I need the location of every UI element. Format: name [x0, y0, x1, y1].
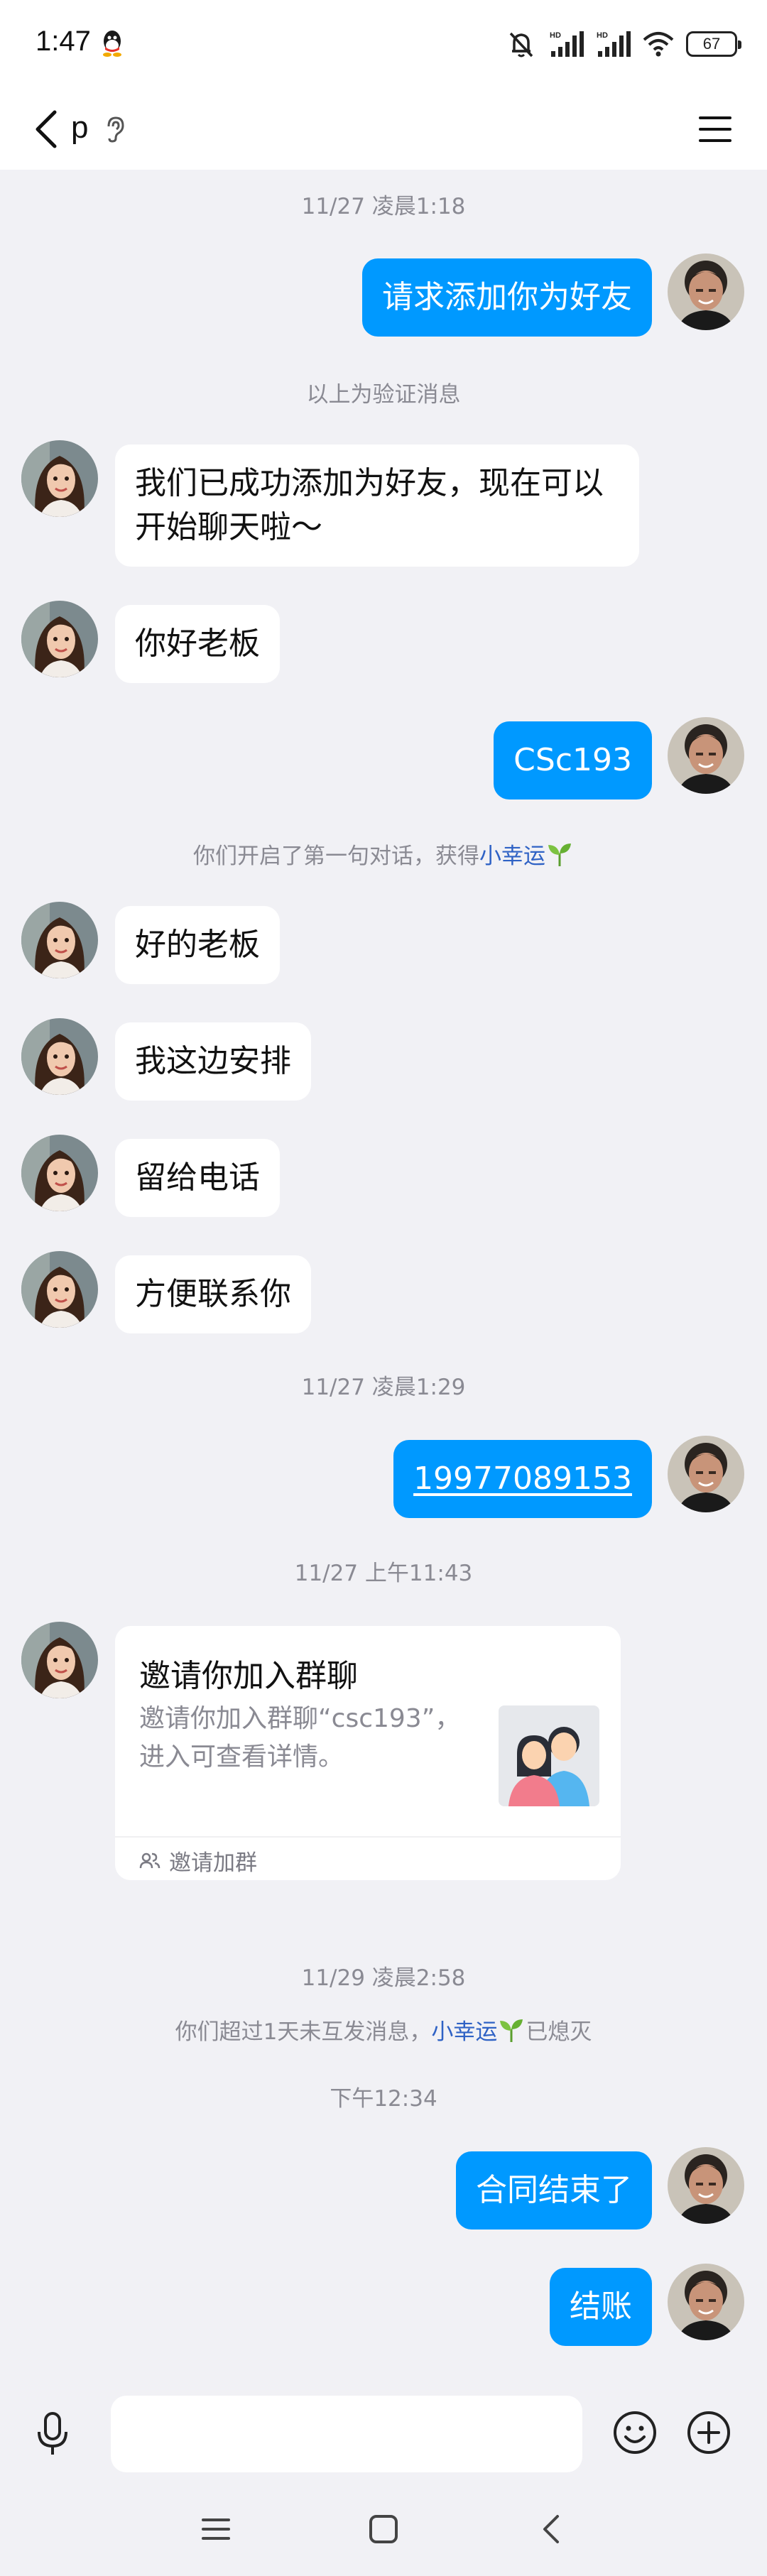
- voice-button[interactable]: [26, 2407, 80, 2461]
- message-bubble-outgoing[interactable]: 请求添加你为好友: [362, 258, 652, 337]
- status-bar: 1:47 HD HD 67: [0, 0, 767, 89]
- message-bubble-outgoing[interactable]: CSc193: [494, 721, 652, 799]
- status-time: 1:47: [36, 26, 91, 57]
- more-button[interactable]: [682, 2406, 736, 2460]
- avatar[interactable]: [21, 440, 98, 517]
- recents-icon: [202, 2518, 230, 2540]
- avatar[interactable]: [668, 253, 744, 330]
- mute-icon: [506, 28, 537, 60]
- message-bubble-incoming[interactable]: 方便联系你: [115, 1255, 311, 1333]
- avatar[interactable]: [21, 1135, 98, 1211]
- system-message-text: 你们超过1天未互发消息，: [175, 2019, 432, 2045]
- invite-footer[interactable]: 邀请加群: [139, 1840, 257, 1880]
- message-bubble-incoming[interactable]: 我这边安排: [115, 1022, 311, 1101]
- system-message: 你们超过1天未互发消息，小幸运 已熄灭: [0, 2014, 767, 2046]
- ear-icon[interactable]: [103, 115, 127, 143]
- avatar[interactable]: [668, 717, 744, 794]
- system-message-text: 已熄灭: [526, 2019, 592, 2045]
- invite-footer-label: 邀请加群: [169, 1850, 257, 1876]
- avatar[interactable]: [668, 2147, 744, 2224]
- wifi-icon: [642, 30, 675, 58]
- system-nav-bar: [0, 2482, 767, 2576]
- recents-button[interactable]: [190, 2504, 241, 2555]
- message-bubble-incoming[interactable]: 留给电话: [115, 1139, 280, 1217]
- avatar[interactable]: [21, 902, 98, 978]
- signal-icon: HD: [595, 30, 631, 58]
- timestamp: 11/27 上午11:43: [294, 1561, 473, 1586]
- message-bubble-outgoing[interactable]: 19977089153: [393, 1440, 652, 1518]
- input-bar: [0, 2383, 767, 2482]
- sprout-icon: [545, 844, 574, 869]
- message-bubble-incoming[interactable]: 我们已成功添加为好友，现在可以开始聊天啦～: [115, 444, 639, 567]
- avatar[interactable]: [21, 1622, 98, 1698]
- group-invite-card[interactable]: 邀请你加入群聊 邀请你加入群聊“csc193”，进入可查看详情。 邀请加群: [115, 1626, 621, 1880]
- invite-title: 邀请你加入群聊: [139, 1658, 358, 1694]
- message-bubble-outgoing[interactable]: 结账: [550, 2268, 652, 2346]
- avatar[interactable]: [668, 2264, 744, 2340]
- battery-level: 67: [702, 35, 721, 53]
- signal-hd-label: HD: [550, 31, 561, 40]
- phone-number-link[interactable]: 19977089153: [413, 1461, 632, 1497]
- avatar[interactable]: [21, 601, 98, 677]
- timestamp: 11/27 凌晨1:29: [301, 1375, 466, 1400]
- emoji-button[interactable]: [608, 2406, 662, 2460]
- divider: [115, 1836, 621, 1838]
- group-avatar-icon: [499, 1705, 599, 1806]
- system-message-text: 你们开启了第一句对话，获得: [193, 844, 479, 869]
- lucky-link[interactable]: 小幸运: [479, 844, 545, 869]
- avatar[interactable]: [21, 1018, 98, 1095]
- timestamp: 11/29 凌晨2:58: [301, 1965, 466, 1991]
- avatar[interactable]: [668, 1436, 744, 1512]
- timestamp: 11/27 凌晨1:18: [301, 194, 466, 219]
- avatar[interactable]: [21, 1251, 98, 1328]
- message-input[interactable]: [111, 2396, 582, 2472]
- sprout-icon: [497, 2019, 526, 2045]
- message-bubble-outgoing[interactable]: 合同结束了: [456, 2151, 652, 2230]
- signal-icon: HD: [548, 30, 584, 58]
- back-nav-button[interactable]: [526, 2504, 577, 2555]
- qq-icon: [99, 28, 125, 57]
- mic-icon: [38, 2412, 67, 2455]
- timestamp: 下午12:34: [330, 2086, 437, 2112]
- message-bubble-incoming[interactable]: 你好老板: [115, 605, 280, 683]
- signal-hd-label: HD: [597, 31, 608, 40]
- back-icon: [36, 110, 57, 148]
- back-button[interactable]: [21, 104, 71, 154]
- home-icon: [369, 2515, 398, 2543]
- menu-button[interactable]: [692, 106, 739, 153]
- back-nav-icon: [543, 2515, 559, 2543]
- plus-icon: [687, 2411, 730, 2454]
- emoji-icon: [614, 2411, 656, 2454]
- chat-title[interactable]: p: [71, 110, 88, 146]
- group-icon: [139, 1852, 161, 1869]
- invite-description: 邀请你加入群聊“csc193”，进入可查看详情。: [139, 1704, 461, 1772]
- status-icons: HD HD 67: [506, 27, 741, 61]
- system-message: 以上为验证消息: [306, 382, 461, 408]
- home-button[interactable]: [358, 2504, 409, 2555]
- battery-icon: 67: [686, 31, 741, 57]
- message-bubble-incoming[interactable]: 好的老板: [115, 906, 280, 984]
- lucky-link[interactable]: 小幸运: [431, 2019, 497, 2045]
- system-message: 你们开启了第一句对话，获得小幸运: [0, 838, 767, 870]
- menu-icon: [699, 116, 731, 142]
- chat-header: p: [0, 89, 767, 170]
